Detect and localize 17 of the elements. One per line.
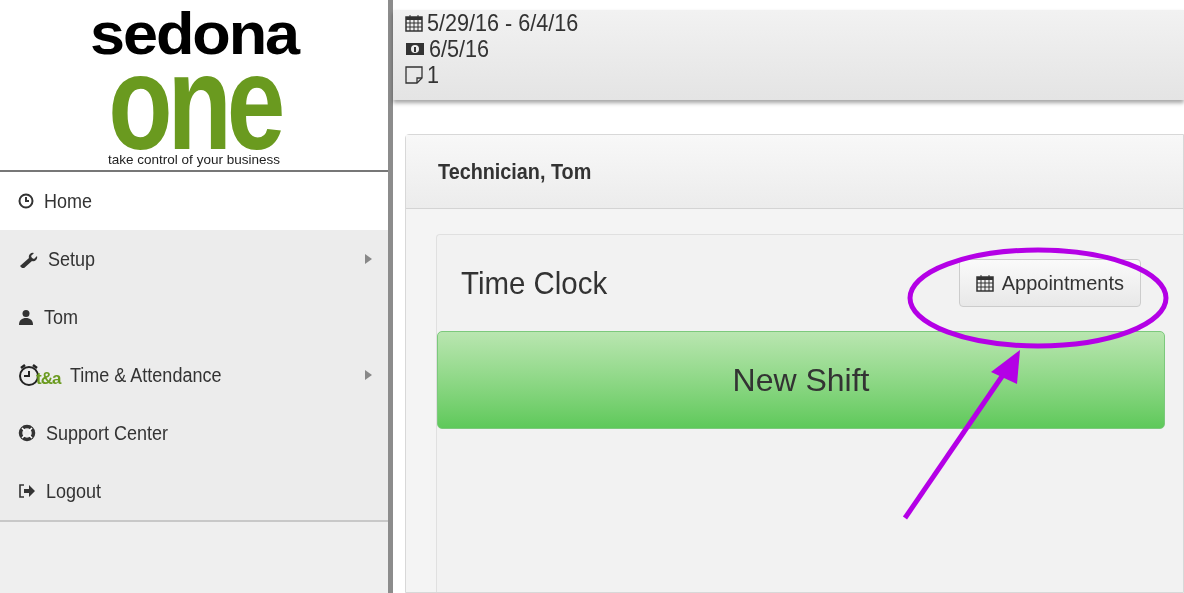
logout-icon [18,484,36,498]
nav-item[interactable]: Home [0,172,388,230]
user-icon [18,309,34,325]
info-text: 5/29/16 - 6/4/16 [427,10,579,36]
calendar-icon [975,274,994,292]
info-text: 1 [427,62,439,88]
wrench-icon [18,250,38,268]
lifebuoy-icon [18,424,36,442]
appointments-button[interactable]: Appointments [958,259,1141,307]
calendar-icon [405,14,423,32]
panel-title: Technician, Tom [438,158,592,186]
info-text: 6/5/16 [429,36,490,62]
section-title: Time Clock [461,264,608,303]
note-icon [405,66,423,84]
new-shift-button[interactable]: New Shift [437,331,1165,429]
banknote-icon [405,41,425,57]
clock-icon [18,193,34,209]
